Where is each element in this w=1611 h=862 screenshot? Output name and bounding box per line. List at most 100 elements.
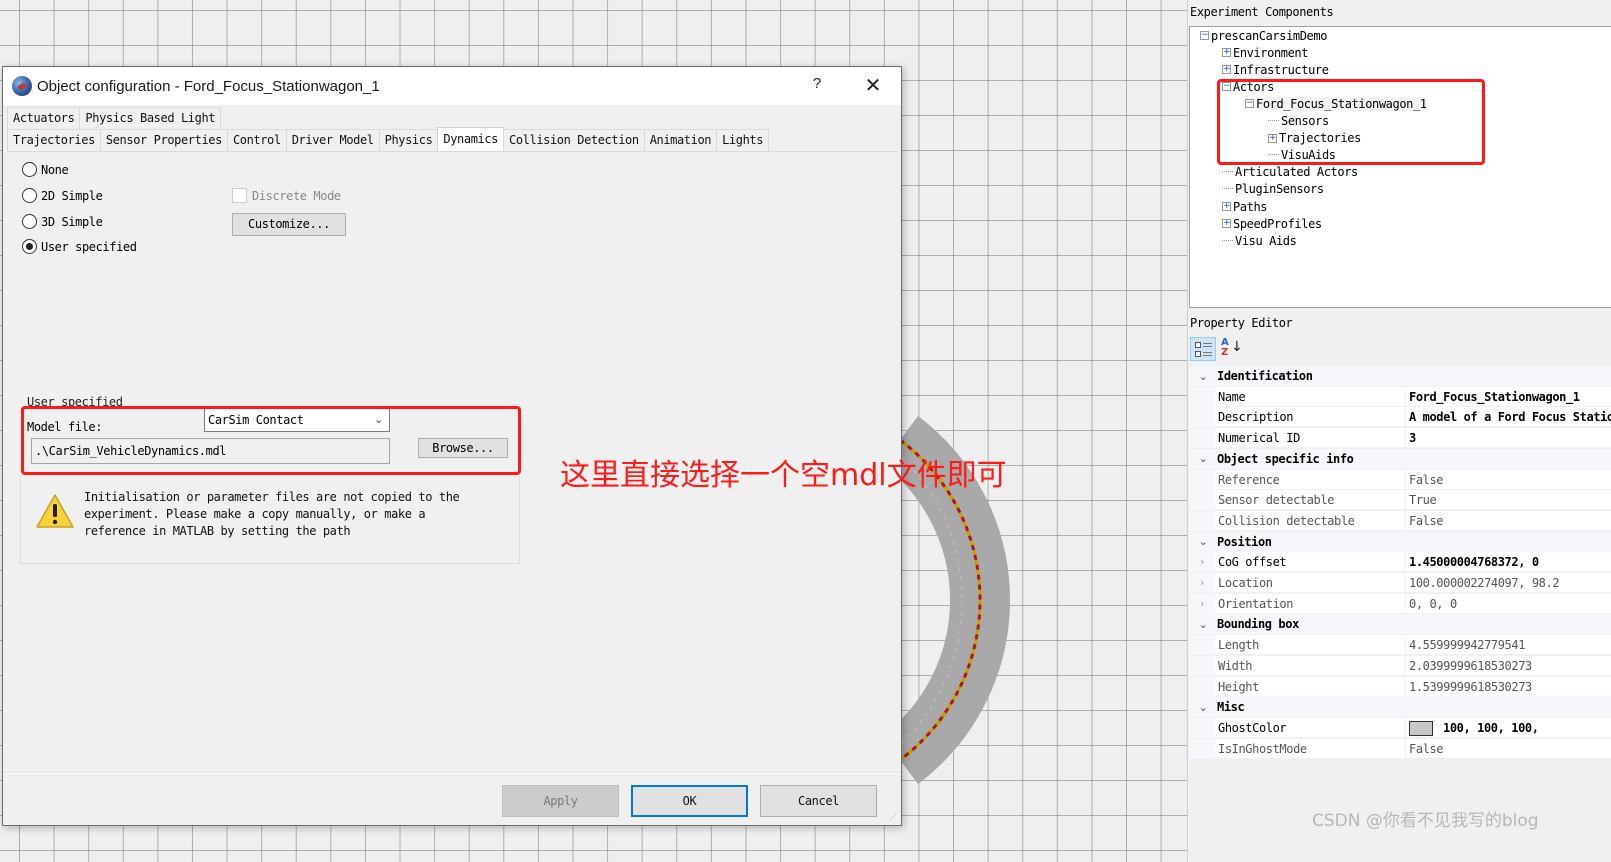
ok-button[interactable]: OK xyxy=(631,785,748,817)
property-row[interactable]: Height 1.5399999618530273 xyxy=(1189,676,1611,697)
tab-trajectories[interactable]: Trajectories xyxy=(7,129,101,151)
property-category[interactable]: ⌄ Object specific info xyxy=(1189,448,1611,469)
tab-animation[interactable]: Animation xyxy=(643,129,718,151)
tree-node[interactable]: + SpeedProfiles xyxy=(1222,215,1322,232)
help-button[interactable]: ? xyxy=(805,75,829,97)
expand-icon[interactable]: + xyxy=(1222,219,1231,229)
tab-physics[interactable]: Physics xyxy=(378,129,439,151)
tree-node[interactable]: + Paths xyxy=(1222,198,1268,215)
collapse-icon[interactable]: − xyxy=(1200,31,1209,40)
property-row[interactable]: › CoG offset 1.45000004768372, 0 xyxy=(1189,552,1611,573)
property-category[interactable]: ⌄ Position xyxy=(1189,531,1611,552)
experiment-components-tree[interactable]: − prescanCarsimDemo + Environment + Infrastru… xyxy=(1189,26,1611,308)
radio-button[interactable] xyxy=(22,162,37,177)
tab-actuators[interactable]: Actuators xyxy=(7,107,81,129)
chevron-right-icon[interactable]: › xyxy=(1189,573,1215,593)
property-value[interactable]: 2.0399999618530273 xyxy=(1405,655,1611,676)
property-value[interactable]: False xyxy=(1405,469,1611,490)
radio-3d-simple[interactable]: 3D Simple xyxy=(22,214,103,229)
property-value[interactable]: 0, 0, 0 xyxy=(1405,593,1611,614)
property-value[interactable]: False xyxy=(1405,738,1611,759)
tree-node-label: SpeedProfiles xyxy=(1233,216,1322,231)
dialog-titlebar[interactable]: Object configuration - Ford_Focus_Statio… xyxy=(3,67,901,105)
row-gutter xyxy=(1189,428,1215,449)
apply-button[interactable]: Apply xyxy=(502,785,619,817)
tree-node[interactable]: PluginSensors xyxy=(1222,181,1324,198)
tree-node[interactable]: + Infrastructure xyxy=(1222,61,1329,78)
tree-node[interactable]: + Environment xyxy=(1222,44,1308,61)
property-row[interactable]: Collision detectable False xyxy=(1189,510,1611,531)
checkbox[interactable] xyxy=(232,188,247,203)
radio-button[interactable] xyxy=(22,188,37,203)
property-value[interactable]: A model of a Ford Focus Stationwagon xyxy=(1405,407,1611,428)
property-value[interactable]: 3 xyxy=(1405,428,1611,449)
category-name: Misc xyxy=(1217,700,1245,715)
property-value[interactable]: 1.45000004768372, 0 xyxy=(1405,552,1611,573)
property-value[interactable]: Ford_Focus_Stationwagon_1 xyxy=(1405,386,1611,407)
property-value[interactable]: 1.5399999618530273 xyxy=(1405,676,1611,697)
expand-icon[interactable]: + xyxy=(1222,65,1231,75)
category-name: Position xyxy=(1217,534,1272,549)
tab-collision-detection[interactable]: Collision Detection xyxy=(503,129,645,151)
radio-button[interactable] xyxy=(22,214,37,229)
tab-dynamics[interactable]: Dynamics xyxy=(437,127,505,151)
chevron-down-icon[interactable]: ⌄ xyxy=(1189,701,1217,714)
tree-node[interactable]: Visu Aids xyxy=(1222,232,1297,249)
property-row[interactable]: Name Ford_Focus_Stationwagon_1 xyxy=(1189,386,1611,407)
tree-node[interactable]: Articulated Actors xyxy=(1222,164,1358,181)
tab-sensor-properties[interactable]: Sensor Properties xyxy=(99,129,228,151)
expand-icon[interactable]: + xyxy=(1222,202,1231,211)
property-row[interactable]: Description A model of a Ford Focus Stati… xyxy=(1189,407,1611,428)
property-category[interactable]: ⌄ Misc xyxy=(1189,697,1611,718)
tree-node[interactable]: − prescanCarsimDemo xyxy=(1200,27,1327,44)
chevron-down-icon[interactable]: ⌄ xyxy=(1189,618,1217,631)
property-row[interactable]: › Orientation 0, 0, 0 xyxy=(1189,593,1611,614)
chevron-down-icon[interactable]: ⌄ xyxy=(1189,452,1217,465)
tab-control[interactable]: Control xyxy=(226,129,287,151)
radio-none[interactable]: None xyxy=(22,162,69,177)
close-button[interactable]: ✕ xyxy=(853,71,893,101)
property-value[interactable]: False xyxy=(1405,510,1611,531)
dialog-title: Object configuration - Ford_Focus_Statio… xyxy=(37,77,380,95)
categorized-view-button[interactable] xyxy=(1190,337,1216,361)
discrete-mode-checkbox[interactable]: Discrete Mode xyxy=(232,188,341,203)
radio-2d-simple[interactable]: 2D Simple xyxy=(22,188,103,203)
sort-alphabetical-button[interactable]: A Z ↓ xyxy=(1219,337,1243,361)
radio-user-specified[interactable]: User specified xyxy=(22,239,137,254)
tree-connector xyxy=(1222,181,1233,190)
customize-button[interactable]: Customize... xyxy=(232,213,346,236)
resize-grip-icon[interactable]: ⋰ xyxy=(889,813,899,823)
radio-button-selected[interactable] xyxy=(22,239,37,254)
property-row[interactable]: › Location 100.000002274097, 98.2 xyxy=(1189,573,1611,593)
property-category[interactable]: ⌄ Bounding box xyxy=(1189,614,1611,635)
property-value-text: 3 xyxy=(1409,431,1416,446)
property-row[interactable]: GhostColor 100, 100, 100, xyxy=(1189,717,1611,738)
chevron-down-icon[interactable]: ⌄ xyxy=(1189,370,1217,383)
row-gutter xyxy=(1189,469,1215,490)
property-value[interactable]: 100, 100, 100, xyxy=(1405,717,1611,738)
chevron-right-icon[interactable]: › xyxy=(1189,593,1215,614)
chevron-down-icon[interactable]: ⌄ xyxy=(1189,535,1217,548)
property-row[interactable]: IsInGhostMode False xyxy=(1189,738,1611,759)
property-grid[interactable]: ⌄ Identification Name Ford_Focus_Stationwag… xyxy=(1189,366,1611,766)
property-category[interactable]: ⌄ Identification xyxy=(1189,366,1611,386)
property-value[interactable]: True xyxy=(1405,490,1611,511)
cancel-button[interactable]: Cancel xyxy=(760,785,877,817)
color-swatch[interactable] xyxy=(1409,720,1433,736)
property-row[interactable]: Sensor detectable True xyxy=(1189,490,1611,511)
property-row[interactable]: Reference False xyxy=(1189,469,1611,490)
property-row[interactable]: Numerical ID 3 xyxy=(1189,428,1611,449)
property-value-text: 1.5399999618530273 xyxy=(1409,679,1532,694)
property-row[interactable]: Length 4.559999942779541 xyxy=(1189,635,1611,656)
property-value[interactable]: 100.000002274097, 98.2 xyxy=(1405,573,1611,593)
chevron-right-icon[interactable]: › xyxy=(1189,552,1215,573)
tree-node-label: prescanCarsimDemo xyxy=(1211,28,1328,43)
row-gutter xyxy=(1189,510,1215,531)
expand-icon[interactable]: + xyxy=(1222,48,1231,58)
tab-lights[interactable]: Lights xyxy=(716,129,770,151)
tab-driver-model[interactable]: Driver Model xyxy=(285,129,380,151)
property-name: Location xyxy=(1215,573,1405,593)
property-row[interactable]: Width 2.0399999618530273 xyxy=(1189,655,1611,676)
tab-physics-based-light[interactable]: Physics Based Light xyxy=(79,107,222,129)
property-value[interactable]: 4.559999942779541 xyxy=(1405,635,1611,656)
